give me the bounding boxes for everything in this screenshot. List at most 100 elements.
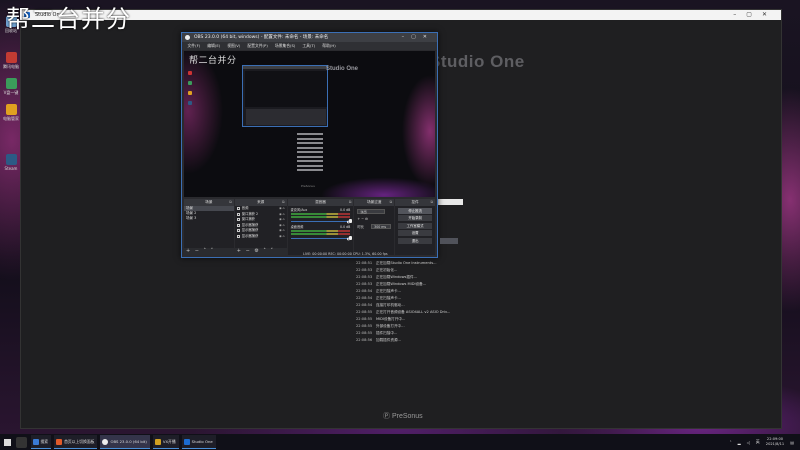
preview-studio-logo: Studio One <box>326 66 358 72</box>
log-row: 22:08:55 正在打开音频设备 ASIO4ALL v2 ASIO Driv..… <box>356 310 451 314</box>
taskbar-task-obs[interactable]: OBS 23.0.0 (64 bit) <box>100 435 150 449</box>
menu-scene-collection[interactable]: 场景集合(S) <box>271 42 299 50</box>
menu-file[interactable]: 文件(F) <box>184 42 204 50</box>
tray-expand-icon[interactable]: ˄ <box>730 440 732 445</box>
sources-toolbar[interactable]: + − ⚙ ˄ ˅ <box>234 248 287 255</box>
source-item[interactable]: 显示器捕获 ◉ ⌂ <box>235 234 287 240</box>
ime-icon[interactable]: 英 <box>756 439 760 445</box>
duration-input[interactable]: 300 ms <box>371 224 392 229</box>
preview-desktop-icons <box>188 71 194 111</box>
window-controls[interactable]: –▢✕ <box>733 10 777 20</box>
obs-title-bar[interactable]: OBS 23.0.0 (64 bit, windows) - 配置文件: 未命名… <box>182 33 437 42</box>
window-controls[interactable]: –▢✕ <box>402 33 434 42</box>
sources-dock: 来源 ⧉ 音频 ◉ ⌂ 窗口捕获 2 ◉ ⌂ 窗口捕获 ◉ ⌂ 显示器捕获 ◉ ⌂ 显示… <box>234 199 287 255</box>
studio-title-bar[interactable]: Studio One –▢✕ <box>21 10 781 20</box>
mixer-channel: 桌面音频 0.0 dB ◐ <box>288 223 354 241</box>
exit-button[interactable]: 退出 <box>398 237 433 244</box>
channel-name: 桌面音频 <box>290 225 304 229</box>
cortana-icon[interactable] <box>16 436 27 448</box>
start-recording-button[interactable]: 开始录制 <box>398 215 433 221</box>
mixer-dock-header: 混音器 ⧉ <box>287 199 354 206</box>
scene-item[interactable]: 场景 3 <box>184 216 234 221</box>
dock-title: 场景过渡 <box>367 200 382 204</box>
dock-float-icon[interactable]: ⧉ <box>349 199 352 206</box>
channel-name: 麦克风/Aux <box>290 208 308 212</box>
dock-title: 混音器 <box>315 200 326 204</box>
desktop-icon-app-1[interactable]: 腾讯电脑 <box>3 52 19 69</box>
preview-log-lines <box>297 133 327 174</box>
desktop-icon-label: V盘一键 <box>3 90 19 95</box>
obs-docks: 场景 ⧉ 场景 场景 2 场景 3 + − ˄ ˅ 来源 ⧉ 音频 ◉ ⌂ 窗口捕… <box>184 199 436 255</box>
transition-add-remove[interactable]: + − ⚙ <box>357 217 368 221</box>
notification-icon[interactable]: ▤ <box>790 440 794 445</box>
vx-icon <box>154 438 161 445</box>
log-row: 22:08:53 正在加载Windows插件... <box>356 275 418 279</box>
dock-float-icon[interactable]: ⧉ <box>431 199 434 206</box>
desktop-icon-app-4[interactable]: Steam <box>3 154 19 171</box>
speaker-icon[interactable]: ◐ <box>347 236 351 241</box>
settings-button[interactable]: 设置 <box>398 230 433 236</box>
volume-fader[interactable]: ◐ <box>290 236 352 241</box>
task-label: 搜索 <box>40 438 49 444</box>
scenes-toolbar[interactable]: + − ˄ ˅ <box>184 248 234 255</box>
dock-float-icon[interactable]: ⧉ <box>390 199 393 206</box>
app-icon <box>5 52 17 63</box>
log-row: 22:08:55 MIDI设备打开中... <box>356 317 406 321</box>
studio-dialog-button[interactable] <box>440 238 458 244</box>
obs-status-bar: LIVE: 00:00:00 REC: 00:00:00 CPU: 1.3%, … <box>303 252 388 256</box>
log-row: 22:08:56 加载插件资源... <box>356 338 401 342</box>
transitions-dock: 场景过渡 ⧉ 淡出 + − ⚙ 时长 300 ms <box>354 199 395 255</box>
studio-input-bar <box>437 199 463 205</box>
dock-float-icon[interactable]: ⧉ <box>282 199 285 206</box>
volume-meter <box>290 216 351 218</box>
taskbar-task-search[interactable]: 搜索 <box>30 435 52 449</box>
menu-edit[interactable]: 编辑(E) <box>204 42 224 50</box>
source-type-icon <box>236 229 240 233</box>
speaker-icon[interactable]: ◐ <box>347 219 351 224</box>
mixer-channel: 麦克风/Aux 0.0 dB ◐ <box>288 206 354 224</box>
source-type-icon <box>236 218 240 222</box>
menu-view[interactable]: 视图(V) <box>224 42 244 50</box>
taskbar-task-studio-one[interactable]: Studio One <box>181 435 216 449</box>
channel-db: 0.0 dB <box>340 225 351 229</box>
taskbar-task-vx[interactable]: VX开播 <box>152 435 179 449</box>
log-row: 22:08:54 正在扫描声卡... <box>356 296 401 300</box>
network-icon[interactable]: ▂ <box>738 440 741 445</box>
log-row: 22:08:54 正在扫描声卡... <box>356 289 401 293</box>
desktop-icon-app-2[interactable]: V盘一键 <box>3 78 19 95</box>
preview-overlay-text: 帮二台并分 <box>189 56 237 66</box>
obs-window[interactable]: OBS 23.0.0 (64 bit, windows) - 配置文件: 未命名… <box>181 32 438 258</box>
menu-profile[interactable]: 配置文件(P) <box>244 42 271 50</box>
search-app-icon <box>32 438 39 445</box>
task-label: Studio One <box>191 439 213 444</box>
desktop-icon-label: 电脑管家 <box>3 116 19 121</box>
dock-title: 控件 <box>411 200 419 204</box>
start-button[interactable] <box>0 434 14 450</box>
menu-help[interactable]: 帮助(H) <box>319 42 339 50</box>
controls-dock-header: 控件 ⧉ <box>395 199 436 206</box>
task-label: 首页以上切换面板 <box>64 438 95 444</box>
transition-select[interactable]: 淡出 <box>357 209 386 214</box>
system-tray: ˄ ▂ ◁ 英 22:09:00 2021/8/11 ▤ <box>730 437 800 447</box>
source-label: 显示器捕获 <box>241 233 259 238</box>
taskbar: 搜索 首页以上切换面板 OBS 23.0.0 (64 bit) VX开播 Stu… <box>0 434 800 450</box>
mixer-dock: 混音器 ⧉ 麦克风/Aux 0.0 dB ◐ 桌面音频 0.0 dB ◐ <box>287 199 354 255</box>
source-type-icon <box>236 207 240 211</box>
desktop-icon-app-3[interactable]: 电脑管家 <box>3 104 19 121</box>
studio-one-icon <box>183 438 190 445</box>
taskbar-task-browser[interactable]: 首页以上切换面板 <box>54 435 98 449</box>
menu-tools[interactable]: 工具(T) <box>299 42 319 50</box>
stop-streaming-button[interactable]: 停止推流 <box>398 207 433 214</box>
window-title: OBS 23.0.0 (64 bit, windows) - 配置文件: 未命名… <box>194 35 329 40</box>
taskbar-clock[interactable]: 22:09:00 2021/8/11 <box>766 437 784 447</box>
scenes-dock: 场景 ⧉ 场景 场景 2 场景 3 + − ˄ ˅ <box>184 199 234 255</box>
log-row: 22:08:53 正在加载Windows MIDI设备... <box>356 282 427 286</box>
studio-mode-button[interactable]: 工作室模式 <box>398 222 433 229</box>
volume-fader[interactable]: ◐ <box>290 219 352 224</box>
dock-float-icon[interactable]: ⧉ <box>229 199 232 206</box>
volume-icon[interactable]: ◁ <box>747 440 750 445</box>
obs-icon <box>102 438 109 445</box>
app-icon <box>5 104 17 115</box>
visibility-lock-icons[interactable]: ◉ ⌂ <box>279 234 286 240</box>
obs-preview[interactable]: 帮二台并分 Studio One PreSonus <box>184 51 435 197</box>
